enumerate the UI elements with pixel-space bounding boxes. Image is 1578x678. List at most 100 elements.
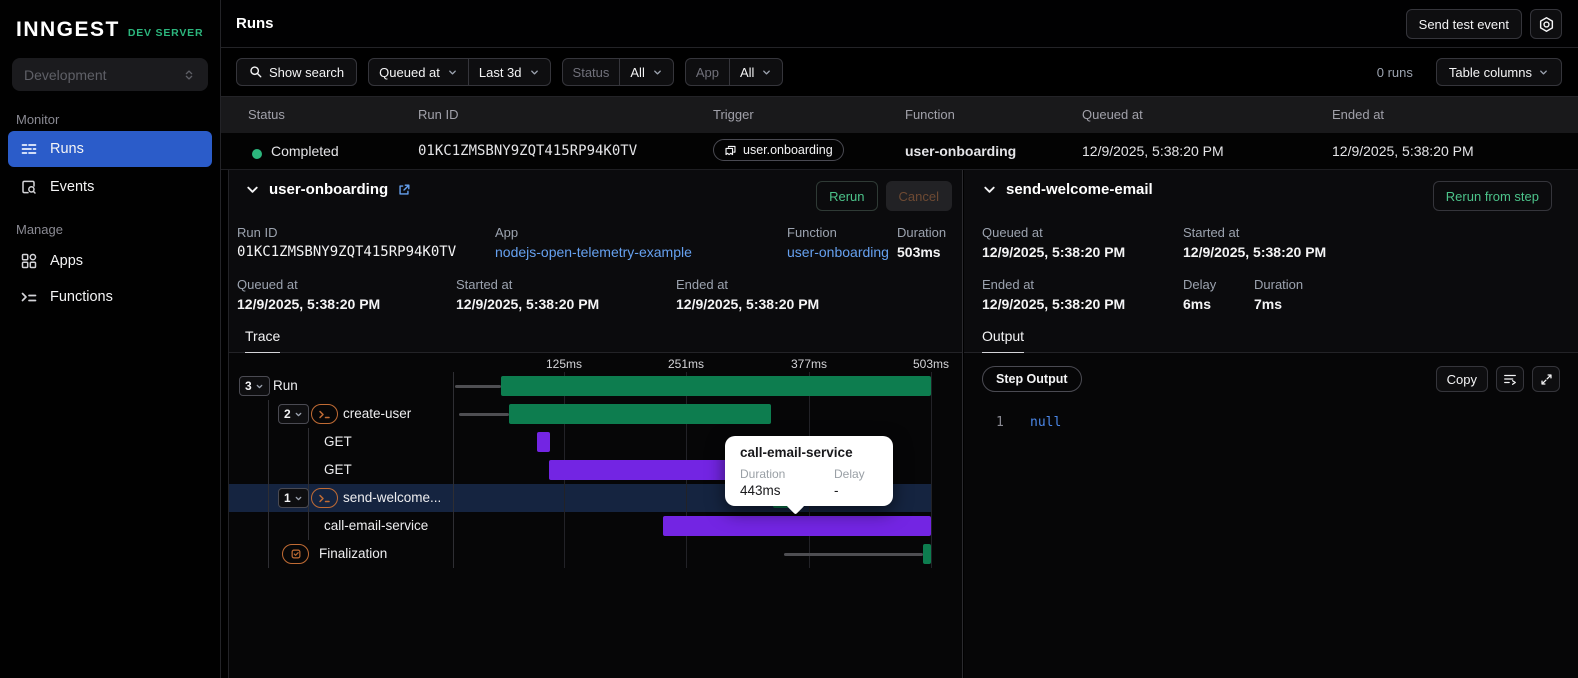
monitor-section-label: Monitor — [16, 112, 60, 127]
queued-at-cell: 12/9/2025, 5:38:20 PM — [1082, 143, 1224, 159]
tooltip-delay-label: Delay — [834, 467, 865, 481]
function-label: Function — [787, 225, 837, 240]
collapse-count-badge[interactable]: 2 — [278, 404, 309, 424]
runs-count: 0 runs — [1376, 64, 1413, 80]
chevron-down-icon — [652, 67, 663, 78]
trace-row-run[interactable]: 3 Run — [229, 372, 932, 400]
queued-at-dropdown[interactable]: Queued at — [369, 59, 468, 85]
sidebar-item-apps[interactable]: Apps — [8, 243, 212, 279]
status-filter-dropdown[interactable]: All — [619, 59, 672, 85]
chevron-down-icon — [1538, 67, 1549, 78]
chart-left-edge — [453, 372, 454, 568]
sidebar-item-events-label: Events — [50, 179, 95, 195]
column-status: Status — [248, 107, 285, 122]
chevron-down-icon — [447, 67, 458, 78]
show-search-button[interactable]: Show search — [236, 58, 358, 86]
span-bar-create-user[interactable] — [509, 404, 771, 424]
trace-row-finalization[interactable]: Finalization — [229, 540, 932, 568]
step-ended-label: Ended at — [982, 277, 1035, 292]
trace-waterfall: 503ms 377ms 251ms 125ms 3 Run 2 create-user GET… — [229, 353, 962, 678]
trace-row-label: create-user — [343, 406, 412, 421]
app-filter-group: App All — [684, 58, 784, 86]
settings-button[interactable] — [1530, 9, 1562, 39]
runs-icon — [20, 140, 38, 158]
column-queued-at: Queued at — [1082, 107, 1143, 122]
queued-at-dropdown-label: Queued at — [379, 64, 440, 80]
axis-tick-label: 377ms — [790, 357, 828, 371]
ended-at-value: 12/9/2025, 5:38:20 PM — [676, 296, 820, 312]
span-bar-finalization[interactable] — [923, 544, 931, 564]
time-range-dropdown[interactable]: Last 3d — [467, 59, 550, 85]
app-filter-value: All — [739, 64, 755, 80]
run-id-cell: 01KC1ZMSBNY9ZQT415RP94K0TV — [418, 143, 638, 159]
app-filter-label: App — [695, 64, 719, 80]
run-detail-tabs: Trace — [229, 322, 962, 354]
rerun-button[interactable]: Rerun — [816, 181, 878, 211]
tooltip-title: call-email-service — [740, 445, 853, 460]
tooltip-duration-label: Duration — [740, 467, 786, 481]
step-output-chip[interactable]: Step Output — [982, 366, 1082, 392]
step-output-chip-label: Step Output — [996, 372, 1068, 386]
step-detail-tabs: Output — [964, 322, 1578, 354]
app-link[interactable]: nodejs-open-telemetry-example — [495, 244, 692, 260]
code-line-number: 1 — [996, 415, 1004, 430]
send-test-event-button[interactable]: Send test event — [1405, 9, 1522, 39]
expand-button[interactable] — [1532, 366, 1560, 392]
send-test-event-label: Send test event — [1418, 16, 1509, 32]
rerun-from-step-button[interactable]: Rerun from step — [1432, 181, 1552, 211]
sidebar-item-functions-label: Functions — [50, 289, 113, 305]
external-link-icon[interactable] — [397, 183, 411, 197]
sidebar-item-functions[interactable]: Functions — [8, 279, 212, 315]
span-bar-get[interactable] — [537, 432, 550, 452]
brand: INNGEST DEV SERVER — [16, 18, 203, 42]
started-at-value: 12/9/2025, 5:38:20 PM — [456, 296, 600, 312]
word-wrap-button[interactable] — [1496, 366, 1524, 392]
tab-trace[interactable]: Trace — [245, 328, 281, 354]
column-trigger: Trigger — [713, 107, 754, 122]
column-run-id: Run ID — [418, 107, 459, 122]
queue-delay-line — [784, 553, 923, 556]
span-bar-run[interactable] — [501, 376, 931, 396]
step-detail-panel: send-welcome-email Rerun from step Queue… — [964, 170, 1578, 678]
trace-row-call-email-service[interactable]: call-email-service — [229, 512, 932, 540]
collapse-count-badge[interactable]: 3 — [239, 376, 270, 396]
copy-label: Copy — [1446, 371, 1477, 387]
function-link[interactable]: user-onboarding — [787, 244, 889, 260]
collapse-chevron-icon[interactable] — [982, 182, 997, 197]
show-search-label: Show search — [269, 64, 345, 80]
sidebar-item-runs[interactable]: Runs — [8, 131, 212, 167]
step-queued-value: 12/9/2025, 5:38:20 PM — [982, 244, 1126, 260]
ended-at-label: Ended at — [676, 277, 729, 292]
tab-output[interactable]: Output — [982, 328, 1025, 354]
trace-row-create-user[interactable]: 2 create-user — [229, 400, 932, 428]
ended-at-cell: 12/9/2025, 5:38:20 PM — [1332, 143, 1474, 159]
span-bar-call-email-service[interactable] — [663, 516, 931, 536]
trigger-badge[interactable]: user.onboarding — [713, 139, 844, 161]
sidebar-item-events[interactable]: Events — [8, 169, 212, 205]
run-status: Completed — [271, 143, 339, 159]
axis-tick-label: 251ms — [667, 357, 705, 371]
sidebar: INNGEST DEV SERVER Development Monitor R… — [0, 0, 221, 678]
copy-button[interactable]: Copy — [1435, 366, 1488, 392]
chevron-down-icon — [529, 67, 540, 78]
table-columns-button[interactable]: Table columns — [1435, 58, 1562, 86]
queue-delay-line — [455, 385, 501, 388]
runs-table-header: Status Run ID Trigger Function Queued at… — [221, 97, 1578, 133]
collapse-count-badge[interactable]: 1 — [278, 488, 309, 508]
duration-value: 503ms — [897, 244, 941, 260]
app-filter-dropdown[interactable]: All — [728, 59, 782, 85]
table-row[interactable]: Completed 01KC1ZMSBNY9ZQT415RP94K0TV use… — [221, 133, 1578, 170]
workspace-select[interactable]: Development — [12, 58, 208, 91]
status-filter-label-seg: Status — [563, 59, 620, 85]
trace-row-label: call-email-service — [324, 518, 429, 533]
step-run-icon — [311, 488, 338, 508]
rerun-label: Rerun — [829, 188, 865, 204]
cancel-button[interactable]: Cancel — [885, 181, 952, 211]
tree-guide-line — [308, 428, 309, 540]
column-function: Function — [905, 107, 955, 122]
axis-tick-label: 125ms — [545, 357, 583, 371]
events-icon — [20, 178, 38, 196]
collapse-chevron-icon[interactable] — [245, 182, 260, 197]
status-dot — [252, 146, 262, 162]
filter-bar: Show search Queued at Last 3d Status All… — [221, 48, 1578, 97]
